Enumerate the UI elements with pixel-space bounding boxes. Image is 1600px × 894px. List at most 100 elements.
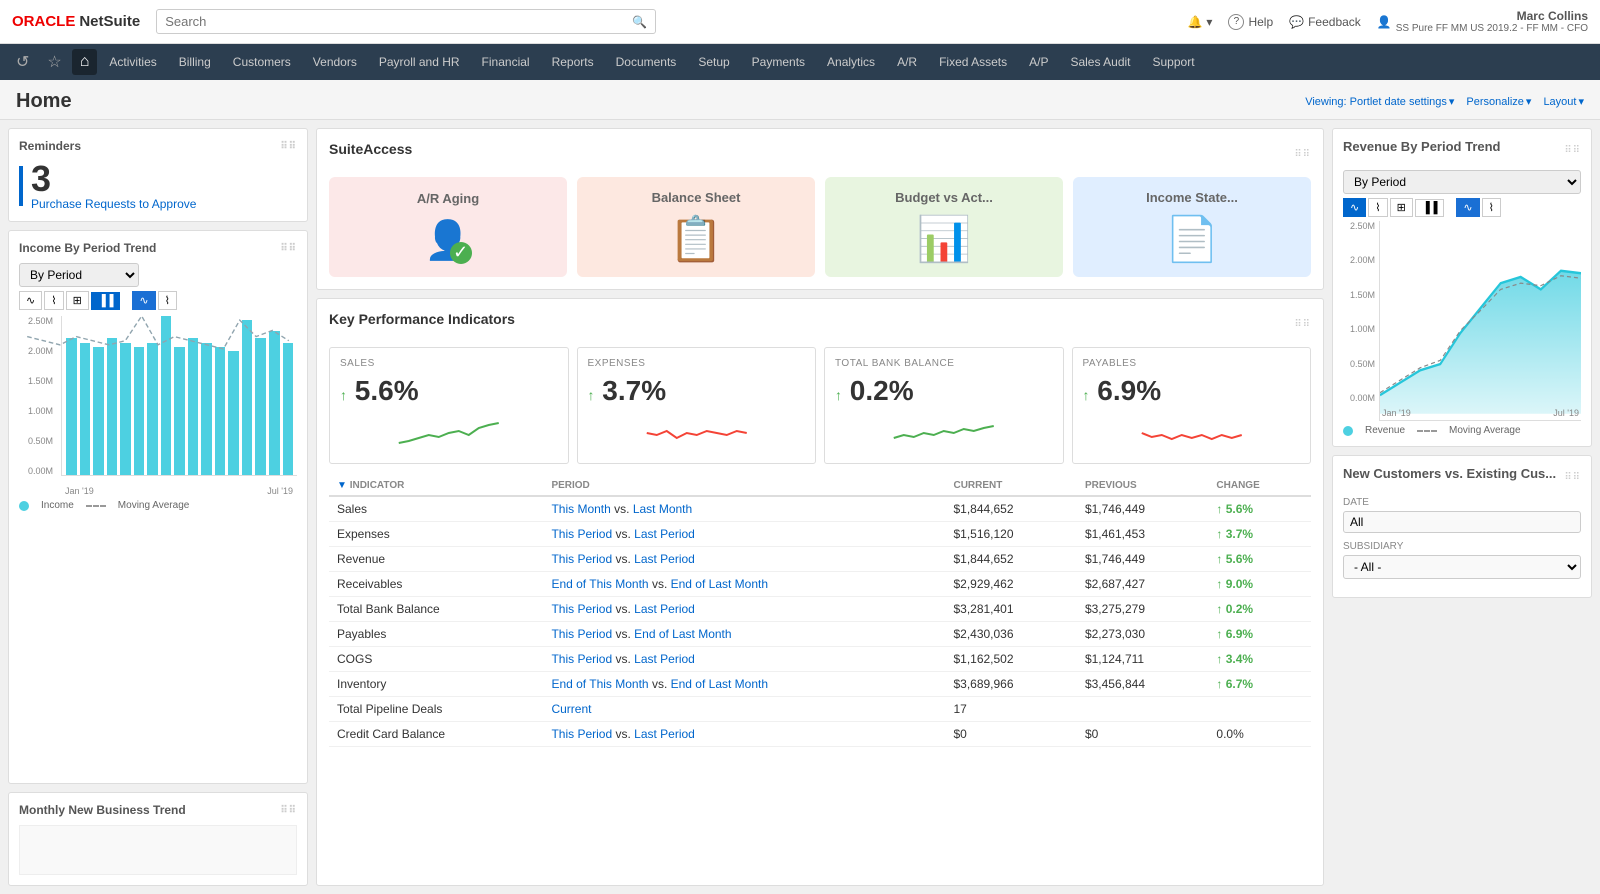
kpi-table-row: Expenses This Period vs. Last Period $1,… xyxy=(329,522,1311,547)
kpi-card-bank-value: ↑ 0.2% xyxy=(835,375,1053,407)
revenue-btn-table[interactable]: ⊞ xyxy=(1390,198,1413,217)
chart-btn-area2[interactable]: ∿ xyxy=(132,291,155,310)
income-legend-dot xyxy=(19,501,29,511)
user-menu[interactable]: 👤 Marc Collins SS Pure FF MM US 2019.2 -… xyxy=(1377,9,1588,34)
nav-billing[interactable]: Billing xyxy=(169,51,221,73)
suite-tile-budget[interactable]: Budget vs Act... 📊 xyxy=(825,177,1063,277)
revenue-btn-area[interactable]: ∿ xyxy=(1343,198,1366,217)
suite-tile-balance-sheet[interactable]: Balance Sheet 📋 xyxy=(577,177,815,277)
suite-access-drag-handle[interactable]: ⠿⠿ xyxy=(1294,149,1311,160)
chart-btn-bar[interactable]: ▐▐ xyxy=(91,292,121,310)
search-input[interactable] xyxy=(165,14,632,29)
subsidiary-select[interactable]: - All - xyxy=(1343,555,1581,579)
left-panel: Reminders ⠿⠿ 3 Purchase Requests to Appr… xyxy=(8,128,308,886)
chart-btn-area[interactable]: ⌇ xyxy=(44,291,63,310)
user-icon: 👤 xyxy=(1377,15,1392,29)
oracle-logo: ORACLE xyxy=(12,13,75,30)
feedback-button[interactable]: 💬 Feedback xyxy=(1289,15,1361,29)
kpi-cell-change: 0.0% xyxy=(1208,722,1311,747)
revenue-chart-controls: ∿ ⌇ ⊞ ▐▐ ∿ ⌇ xyxy=(1343,198,1581,217)
kpi-cell-previous: $2,687,427 xyxy=(1077,572,1208,597)
revenue-drag-handle[interactable]: ⠿⠿ xyxy=(1564,145,1581,156)
home-header: Home Viewing: Portlet date settings ▾ Pe… xyxy=(0,80,1600,120)
income-bar-8 xyxy=(174,347,185,475)
kpi-cell-indicator: Inventory xyxy=(329,672,543,697)
kpi-cell-period: Current xyxy=(543,697,945,722)
nav-back-icon[interactable]: ↺ xyxy=(8,48,37,76)
nav-customers[interactable]: Customers xyxy=(223,51,301,73)
kpi-th-previous: PREVIOUS xyxy=(1077,476,1208,496)
income-trend-card: Income By Period Trend ⠿⠿ By Period ∿ ⌇ … xyxy=(8,230,308,784)
notifications-button[interactable]: 🔔 ▾ xyxy=(1187,15,1212,29)
nav-support[interactable]: Support xyxy=(1143,51,1205,73)
chart-btn-table[interactable]: ⊞ xyxy=(66,291,89,310)
nav-home-icon[interactable]: ⌂ xyxy=(72,49,98,75)
kpi-cell-indicator: Payables xyxy=(329,622,543,647)
kpi-cell-indicator: COGS xyxy=(329,647,543,672)
kpi-indicator-toggle[interactable]: ▼ xyxy=(337,480,347,491)
suite-access-title: SuiteAccess xyxy=(329,141,412,157)
suite-tile-ar-aging[interactable]: A/R Aging 👤 ✓ xyxy=(329,177,567,277)
nav-vendors[interactable]: Vendors xyxy=(303,51,367,73)
monthly-trend-drag-handle[interactable]: ⠿⠿ xyxy=(280,805,297,816)
new-customers-drag-handle[interactable]: ⠿⠿ xyxy=(1564,472,1581,483)
revenue-btn-bar[interactable]: ▐▐ xyxy=(1415,199,1445,217)
nav-favorites-icon[interactable]: ☆ xyxy=(39,48,69,76)
home-controls: Viewing: Portlet date settings ▾ Persona… xyxy=(1305,95,1584,108)
suite-tile-income-state[interactable]: Income State... 📄 xyxy=(1073,177,1311,277)
date-row: DATE xyxy=(1343,497,1581,533)
kpi-table-row: Total Pipeline Deals Current 17 xyxy=(329,697,1311,722)
kpi-table-row: Credit Card Balance This Period vs. Last… xyxy=(329,722,1311,747)
income-trend-drag-handle[interactable]: ⠿⠿ xyxy=(280,243,297,254)
date-input[interactable] xyxy=(1343,511,1581,533)
kpi-th-indicator: ▼ INDICATOR xyxy=(329,476,543,496)
kpi-cell-current: $3,281,401 xyxy=(945,597,1076,622)
kpi-cell-period: This Period vs. Last Period xyxy=(543,722,945,747)
kpi-cell-current: 17 xyxy=(945,697,1076,722)
reminders-drag-handle[interactable]: ⠿⠿ xyxy=(280,141,297,152)
nav-financial[interactable]: Financial xyxy=(472,51,540,73)
help-button[interactable]: ? Help xyxy=(1228,14,1273,30)
search-container: 🔍 xyxy=(156,9,656,34)
income-x-labels: Jan '19 Jul '19 xyxy=(61,486,297,496)
nav-documents[interactable]: Documents xyxy=(606,51,687,73)
suite-tile-budget-icon: 📊 xyxy=(917,213,972,265)
search-icon[interactable]: 🔍 xyxy=(632,15,647,29)
kpi-cell-period: This Period vs. Last Period xyxy=(543,647,945,672)
kpi-expenses-arrow: ↑ xyxy=(588,387,595,403)
nav-analytics[interactable]: Analytics xyxy=(817,51,885,73)
kpi-cell-indicator: Credit Card Balance xyxy=(329,722,543,747)
income-bar-15 xyxy=(269,331,280,475)
personalize-button[interactable]: Personalize ▾ xyxy=(1466,95,1531,108)
income-period-select[interactable]: By Period xyxy=(19,263,139,287)
kpi-drag-handle[interactable]: ⠿⠿ xyxy=(1294,319,1311,330)
reminder-link[interactable]: Purchase Requests to Approve xyxy=(31,197,196,211)
kpi-cell-change: ↑ 0.2% xyxy=(1208,597,1311,622)
revenue-legend-revenue: Revenue xyxy=(1365,425,1405,436)
kpi-cell-period: This Period vs. Last Period xyxy=(543,547,945,572)
nav-fixed-assets[interactable]: Fixed Assets xyxy=(929,51,1017,73)
layout-label: Layout xyxy=(1543,96,1576,108)
kpi-cell-previous: $1,461,453 xyxy=(1077,522,1208,547)
nav-ap[interactable]: A/P xyxy=(1019,51,1058,73)
help-label: Help xyxy=(1248,15,1273,29)
revenue-btn-line2[interactable]: ⌇ xyxy=(1482,198,1501,217)
nav-ar[interactable]: A/R xyxy=(887,51,927,73)
date-label: DATE xyxy=(1343,497,1581,508)
revenue-btn-area2[interactable]: ∿ xyxy=(1456,198,1479,217)
nav-sales-audit[interactable]: Sales Audit xyxy=(1060,51,1140,73)
chart-btn-line2[interactable]: ⌇ xyxy=(158,291,177,310)
layout-button[interactable]: Layout ▾ xyxy=(1543,95,1584,108)
revenue-period-select[interactable]: By Period xyxy=(1343,170,1581,194)
chart-btn-line[interactable]: ∿ xyxy=(19,291,42,310)
nav-payments[interactable]: Payments xyxy=(742,51,815,73)
nav-payroll[interactable]: Payroll and HR xyxy=(369,51,470,73)
nav-setup[interactable]: Setup xyxy=(688,51,739,73)
kpi-cell-current: $2,430,036 xyxy=(945,622,1076,647)
income-bar-1 xyxy=(80,343,91,476)
nav-reports[interactable]: Reports xyxy=(542,51,604,73)
nav-activities[interactable]: Activities xyxy=(99,51,166,73)
revenue-btn-line[interactable]: ⌇ xyxy=(1368,198,1387,217)
portlet-date-settings[interactable]: Viewing: Portlet date settings ▾ xyxy=(1305,95,1454,108)
personalize-label: Personalize xyxy=(1466,96,1523,108)
